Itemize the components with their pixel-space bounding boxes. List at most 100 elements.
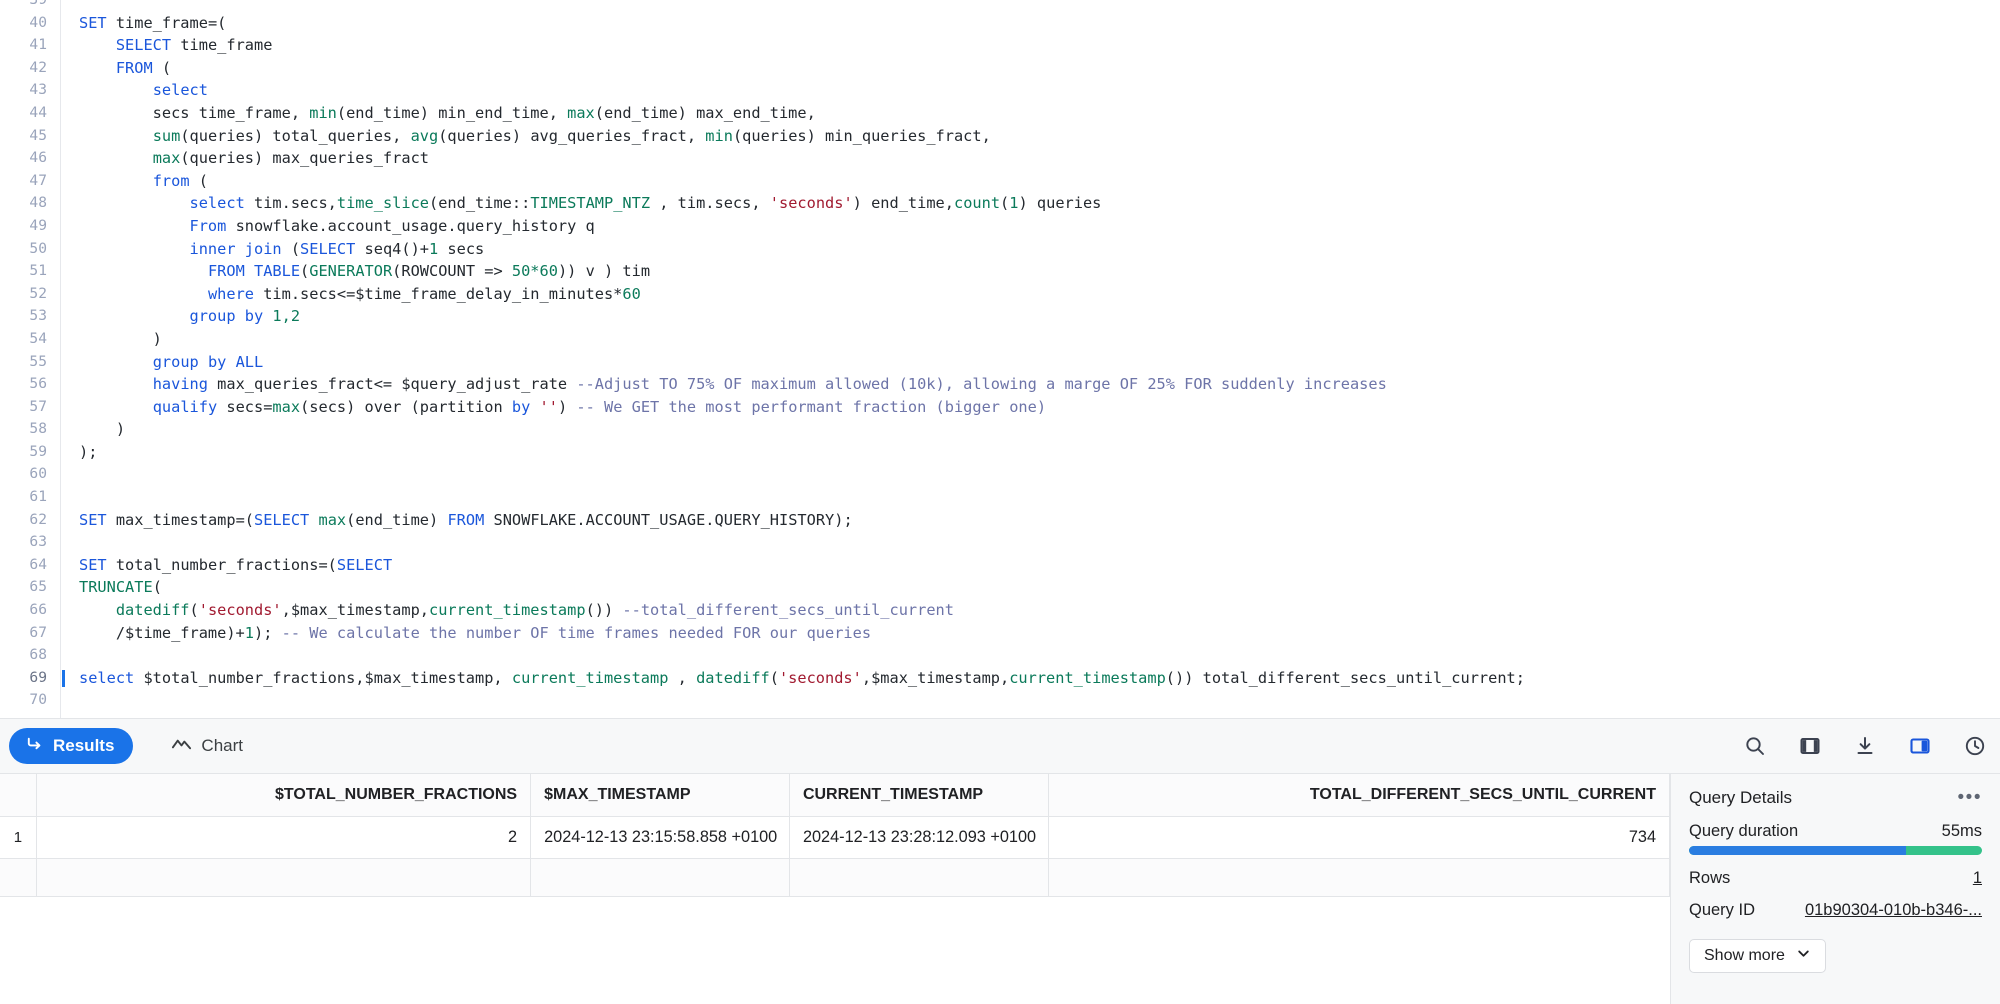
table-body[interactable]: 1 2 2024-12-13 23:15:58.858 +0100 2024-12-1… (0, 816, 1670, 897)
code-line[interactable]: 63 (0, 531, 2000, 554)
table-cell[interactable]: 2024-12-13 23:28:12.093 +0100 (789, 816, 1049, 859)
code-line[interactable]: 68 (0, 644, 2000, 667)
column-header[interactable]: CURRENT_TIMESTAMP (789, 774, 1049, 817)
line-content[interactable]: From snowflake.account_usage.query_histo… (60, 215, 2000, 238)
table-empty-cell (789, 858, 1049, 897)
line-number: 69 (29, 668, 47, 686)
code-token: FROM TABLE (207, 262, 301, 281)
code-line[interactable]: 54 ) (0, 328, 2000, 351)
ellipsis-icon[interactable]: ••• (1958, 788, 1982, 807)
side-panel-icon[interactable] (1907, 733, 1933, 759)
line-content[interactable]: FROM TABLE(GENERATOR(ROWCOUNT => 50*60))… (60, 260, 2000, 283)
line-number: 50 (29, 239, 47, 257)
code-line[interactable]: 67 /$time_frame)+1); -- We calculate the… (0, 622, 2000, 645)
line-number: 66 (29, 601, 47, 619)
line-content[interactable]: inner join (SELECT seq4()+1 secs (60, 238, 2000, 261)
code-line[interactable]: 57 qualify secs=max(secs) over (partitio… (0, 396, 2000, 419)
line-content[interactable]: TRUNCATE( (60, 576, 2000, 599)
line-content[interactable]: where tim.secs<=$time_frame_delay_in_min… (60, 283, 2000, 306)
line-content[interactable]: datediff('seconds',$max_timestamp,curren… (60, 599, 2000, 622)
show-more-label: Show more (1704, 947, 1785, 964)
table-cell[interactable]: 2 (36, 816, 532, 859)
code-line[interactable]: 41 SELECT time_frame (0, 34, 2000, 57)
code-line[interactable]: 45 sum(queries) total_queries, avg(queri… (0, 125, 2000, 148)
code-line[interactable]: 58 ) (0, 418, 2000, 441)
code-line[interactable]: 66 datediff('seconds',$max_timestamp,cur… (0, 599, 2000, 622)
code-token: time_frame=( (115, 13, 227, 32)
line-content[interactable]: FROM ( (60, 57, 2000, 80)
line-content[interactable]: max(queries) max_queries_fract (60, 147, 2000, 170)
line-content[interactable]: SET max_timestamp=(SELECT max(end_time) … (60, 509, 2000, 532)
column-header[interactable]: TOTAL_DIFFERENT_SECS_UNTIL_CURRENT (1048, 774, 1670, 817)
code-token: SET (79, 510, 107, 529)
code-token: FROM (115, 58, 153, 77)
chevron-down-icon (1796, 946, 1811, 966)
code-token: having (152, 375, 208, 394)
code-line[interactable]: 62 SET max_timestamp=(SELECT max(end_time… (0, 509, 2000, 532)
search-icon[interactable] (1742, 733, 1768, 759)
table-row[interactable]: 1 2 2024-12-13 23:15:58.858 +0100 2024-12-1… (0, 816, 1670, 859)
code-line[interactable]: 47 from ( (0, 170, 2000, 193)
code-line[interactable]: 59); (0, 441, 2000, 464)
code-token: $total_number_fractions,$max_timestamp, (134, 668, 512, 687)
download-icon[interactable] (1852, 733, 1878, 759)
line-content[interactable]: /$time_frame)+1); -- We calculate the nu… (60, 622, 2000, 645)
code-line[interactable]: 69 select $total_number_fractions,$max_ti… (0, 667, 2000, 690)
results-grid-container[interactable]: $TOTAL_NUMBER_FRACTIONS $MAX_TIMESTAMP CUR… (0, 774, 1670, 1004)
code-line[interactable]: 49 From snowflake.account_usage.query_hi… (0, 215, 2000, 238)
line-content[interactable]: select (60, 79, 2000, 102)
code-line[interactable]: 39 (0, 0, 2000, 12)
line-number: 57 (29, 397, 47, 415)
show-more-button[interactable]: Show more (1689, 939, 1826, 973)
table-cell[interactable]: 2024-12-13 23:15:58.858 +0100 (530, 816, 790, 859)
code-line[interactable]: 48 select tim.secs,time_slice(end_time::… (0, 192, 2000, 215)
code-line[interactable]: 44 secs time_frame, min(end_time) min_en… (0, 102, 2000, 125)
line-number: 70 (29, 691, 47, 709)
line-content[interactable]: group by ALL (60, 351, 2000, 374)
tab-results[interactable]: Results (9, 728, 134, 764)
code-line[interactable]: 61 (0, 486, 2000, 509)
line-content[interactable]: SET total_number_fractions=(SELECT (60, 554, 2000, 577)
tab-chart[interactable]: Chart (155, 728, 262, 764)
code-line[interactable]: 43 select (0, 79, 2000, 102)
code-line[interactable]: 65 TRUNCATE( (0, 576, 2000, 599)
history-clock-icon[interactable] (1962, 733, 1988, 759)
line-number: 45 (29, 126, 47, 144)
code-line[interactable]: 42 FROM ( (0, 57, 2000, 80)
line-content[interactable]: select $total_number_fractions,$max_time… (60, 667, 2000, 690)
line-content[interactable]: group by 1,2 (60, 305, 2000, 328)
column-header[interactable]: $TOTAL_NUMBER_FRACTIONS (36, 774, 532, 817)
query-id-value[interactable]: 01b90304-010b-b346-... (1805, 901, 1982, 920)
line-content[interactable]: SET time_frame=( (60, 12, 2000, 35)
code-line[interactable]: 64 SET total_number_fractions=(SELECT (0, 554, 2000, 577)
code-line[interactable]: 60 (0, 463, 2000, 486)
code-line[interactable]: 40 SET time_frame=( (0, 12, 2000, 35)
line-content[interactable]: ) (60, 328, 2000, 351)
code-line[interactable]: 53 group by 1,2 (0, 305, 2000, 328)
code-line[interactable]: 70 (0, 689, 2000, 712)
line-number: 51 (29, 262, 47, 280)
sql-editor[interactable]: 3940SET time_frame=(41 SELECT time_frame… (0, 0, 2000, 718)
rows-value[interactable]: 1 (1973, 869, 1982, 888)
code-line[interactable]: 51 FROM TABLE(GENERATOR(ROWCOUNT => 50*6… (0, 260, 2000, 283)
line-content[interactable]: ) (60, 418, 2000, 441)
line-content[interactable]: select tim.secs,time_slice(end_time::TIM… (60, 192, 2000, 215)
columns-icon[interactable] (1797, 733, 1823, 759)
line-content[interactable]: sum(queries) total_queries, avg(queries)… (60, 125, 2000, 148)
line-content[interactable]: secs time_frame, min(end_time) min_end_t… (60, 102, 2000, 125)
code-line[interactable]: 55 group by ALL (0, 351, 2000, 374)
code-line[interactable]: 50 inner join (SELECT seq4()+1 secs (0, 238, 2000, 261)
code-line[interactable]: 52 where tim.secs<=$time_frame_delay_in_… (0, 283, 2000, 306)
code-token: max (152, 149, 181, 168)
code-lines-container[interactable]: 3940SET time_frame=(41 SELECT time_frame… (0, 0, 2000, 712)
table-cell[interactable]: 734 (1048, 816, 1670, 859)
line-content[interactable]: SELECT time_frame (60, 34, 2000, 57)
line-content[interactable]: qualify secs=max(secs) over (partition b… (60, 396, 2000, 419)
line-content[interactable]: from ( (60, 170, 2000, 193)
line-content[interactable]: having max_queries_fract<= $query_adjust… (60, 373, 2000, 396)
code-line[interactable]: 46 max(queries) max_queries_fract (0, 147, 2000, 170)
column-header[interactable]: $MAX_TIMESTAMP (530, 774, 790, 817)
code-line[interactable]: 56 having max_queries_fract<= $query_adj… (0, 373, 2000, 396)
line-content[interactable]: ); (60, 441, 2000, 464)
